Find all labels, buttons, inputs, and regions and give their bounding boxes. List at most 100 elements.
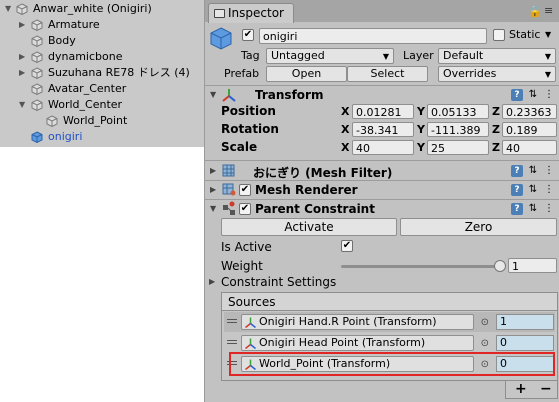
z-axis-label[interactable]: Z — [492, 141, 500, 154]
hierarchy-item-avatar-center[interactable]: Avatar_Center — [0, 81, 204, 97]
rotation-y-field[interactable]: -111.389 — [427, 122, 489, 137]
component-menu-icon[interactable]: ⋮ — [543, 89, 555, 101]
source-weight-field[interactable]: 1 — [496, 314, 554, 330]
foldout-closed-icon[interactable]: ▶ — [19, 49, 29, 65]
transform-header[interactable]: ▼ Transform ? ⇅ ⋮ — [205, 86, 559, 104]
component-menu-icon[interactable]: ⋮ — [543, 165, 555, 177]
presets-icon[interactable]: ⇅ — [527, 184, 539, 196]
scale-label: Scale — [221, 140, 258, 154]
hierarchy-item-dynamicbone[interactable]: ▶ dynamicbone — [0, 49, 204, 65]
rotation-x-field[interactable]: -38.341 — [352, 122, 414, 137]
activate-button[interactable]: Activate — [221, 218, 397, 236]
hierarchy-item-label: dynamicbone — [48, 50, 123, 63]
source-row[interactable]: Onigiri Head Point (Transform) ⊙ 0 — [224, 333, 555, 353]
help-icon[interactable]: ? — [511, 184, 523, 196]
mesh-filter-header[interactable]: ▶ おにぎり (Mesh Filter) ? ⇅ ⋮ — [205, 162, 559, 180]
hierarchy-item-world-center[interactable]: ▼ World_Center — [0, 97, 204, 113]
tag-dropdown[interactable]: Untagged ▼ — [266, 48, 394, 64]
drag-handle-icon[interactable] — [227, 319, 237, 323]
position-z-field[interactable]: 0.23363 — [502, 104, 557, 119]
source-object-field[interactable]: Onigiri Head Point (Transform) ⊙ — [241, 335, 489, 351]
static-checkbox[interactable] — [493, 29, 505, 41]
y-axis-label[interactable]: Y — [417, 123, 425, 136]
position-y-field[interactable]: 0.05133 — [427, 104, 489, 119]
presets-icon[interactable]: ⇅ — [527, 165, 539, 177]
hierarchy-panel: ▼ Anwar_white (Onigiri) ▶ Armature Body … — [0, 0, 204, 147]
constraint-settings-foldout[interactable]: Constraint Settings — [221, 275, 336, 289]
weight-field[interactable]: 1 — [508, 258, 557, 273]
mesh-renderer-enabled-checkbox[interactable]: ✔ — [239, 184, 251, 196]
hierarchy-item-label: Anwar_white (Onigiri) — [33, 2, 152, 15]
hierarchy-item-body[interactable]: Body — [0, 33, 204, 49]
add-source-button[interactable]: + — [515, 381, 527, 397]
tab-inspector[interactable]: Inspector — [208, 3, 294, 23]
parent-constraint-enabled-checkbox[interactable]: ✔ — [239, 203, 251, 215]
inspector-icon — [214, 9, 225, 18]
help-icon[interactable]: ? — [511, 89, 523, 101]
foldout-closed-icon[interactable]: ▶ — [19, 65, 29, 81]
layer-label: Layer — [403, 49, 434, 62]
position-x-field[interactable]: 0.01281 — [352, 104, 414, 119]
hierarchy-item-suzuhana[interactable]: ▶ Suzuhana RE78 ドレス (4) — [0, 65, 204, 81]
scale-z-field[interactable]: 40 — [502, 140, 557, 155]
component-menu-icon[interactable]: ⋮ — [543, 203, 555, 215]
z-axis-label[interactable]: Z — [492, 105, 500, 118]
source-weight-field[interactable]: 0 — [496, 335, 554, 351]
x-axis-label[interactable]: X — [341, 141, 349, 154]
is-active-checkbox[interactable]: ✔ — [341, 240, 353, 252]
active-checkbox[interactable]: ✔ — [242, 29, 254, 41]
mesh-renderer-header[interactable]: ▶ ✔ Mesh Renderer ? ⇅ ⋮ — [205, 181, 559, 199]
foldout-closed-icon[interactable]: ▶ — [210, 166, 216, 175]
component-menu-icon[interactable]: ⋮ — [543, 184, 555, 196]
y-axis-label[interactable]: Y — [417, 141, 425, 154]
tab-label: Inspector — [228, 6, 284, 20]
menu-icon[interactable]: ≡ — [544, 4, 553, 17]
foldout-closed-icon[interactable]: ▶ — [209, 277, 215, 286]
scale-x-field[interactable]: 40 — [352, 140, 414, 155]
drag-handle-icon[interactable] — [227, 340, 237, 344]
chevron-down-icon[interactable]: ▼ — [545, 30, 551, 39]
layer-dropdown[interactable]: Default ▼ — [438, 48, 556, 64]
object-picker-icon[interactable]: ⊙ — [481, 337, 489, 351]
hierarchy-item-root[interactable]: ▼ Anwar_white (Onigiri) — [0, 1, 204, 17]
hierarchy-item-onigiri[interactable]: onigiri — [0, 129, 204, 145]
parent-constraint-icon — [223, 201, 235, 215]
overrides-dropdown[interactable]: Overrides ▼ — [438, 66, 556, 82]
x-axis-label[interactable]: X — [341, 105, 349, 118]
foldout-open-icon[interactable]: ▼ — [210, 204, 216, 213]
source-row[interactable]: Onigiri Hand.R Point (Transform) ⊙ 1 — [224, 312, 555, 332]
object-picker-icon[interactable]: ⊙ — [481, 316, 489, 330]
hierarchy-item-armature[interactable]: ▶ Armature — [0, 17, 204, 33]
source-object-field[interactable]: Onigiri Hand.R Point (Transform) ⊙ — [241, 314, 489, 330]
zero-button[interactable]: Zero — [400, 218, 557, 236]
inspector-panel: Inspector 🔒 ≡ ✔ onigiri Static ▼ Tag Unt… — [204, 0, 559, 402]
help-icon[interactable]: ? — [511, 165, 523, 177]
y-axis-label[interactable]: Y — [417, 105, 425, 118]
weight-slider-thumb[interactable] — [494, 260, 506, 272]
select-prefab-button[interactable]: Select — [347, 66, 428, 82]
foldout-open-icon[interactable]: ▼ — [210, 90, 216, 99]
object-name-field[interactable]: onigiri — [259, 28, 487, 44]
remove-source-button[interactable]: − — [540, 381, 552, 397]
scale-y-field[interactable]: 25 — [427, 140, 489, 155]
x-axis-label[interactable]: X — [341, 123, 349, 136]
mesh-renderer-title: Mesh Renderer — [255, 183, 358, 197]
hierarchy-item-label: World_Center — [48, 98, 123, 111]
prefab-icon — [31, 131, 43, 143]
sources-footer: + − — [505, 381, 558, 399]
help-icon[interactable]: ? — [511, 203, 523, 215]
open-prefab-button[interactable]: Open — [266, 66, 347, 82]
hierarchy-item-world-point[interactable]: World_Point — [0, 113, 204, 129]
foldout-open-icon[interactable]: ▼ — [19, 97, 29, 113]
inspector-tab-bar: Inspector 🔒 ≡ — [205, 0, 559, 23]
foldout-closed-icon[interactable]: ▶ — [19, 17, 29, 33]
presets-icon[interactable]: ⇅ — [527, 89, 539, 101]
foldout-open-icon[interactable]: ▼ — [5, 1, 15, 17]
z-axis-label[interactable]: Z — [492, 123, 500, 136]
rotation-z-field[interactable]: 0.189 — [502, 122, 557, 137]
foldout-closed-icon[interactable]: ▶ — [210, 185, 216, 194]
weight-slider-track[interactable] — [341, 265, 504, 268]
presets-icon[interactable]: ⇅ — [527, 203, 539, 215]
parent-constraint-header[interactable]: ▼ ✔ Parent Constraint ? ⇅ ⋮ — [205, 200, 559, 218]
lock-icon[interactable]: 🔒 — [528, 5, 542, 18]
